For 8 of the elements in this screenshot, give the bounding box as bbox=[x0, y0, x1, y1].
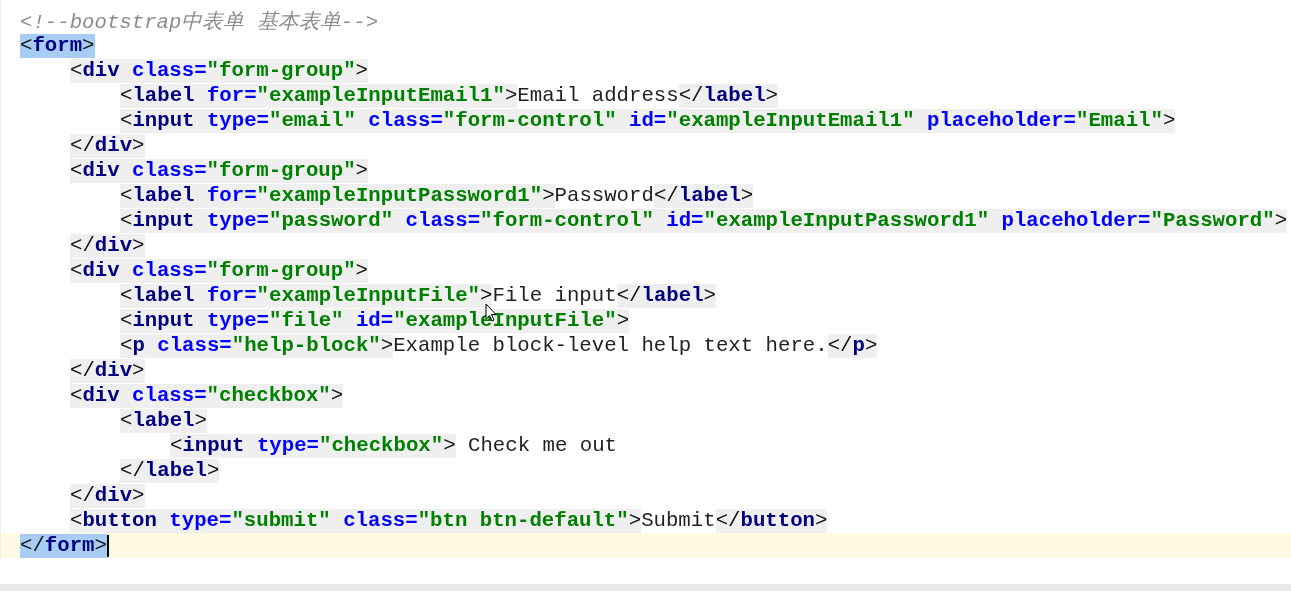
code-line: <label for="exampleInputEmail1">Email address</label> bbox=[119, 83, 780, 108]
code-line: <label for="exampleInputPassword1">Password</label> bbox=[119, 183, 755, 208]
code-line: <button type="submit" class="btn btn-default">Submit</button> bbox=[69, 508, 829, 533]
text-cursor bbox=[106, 534, 109, 557]
code-line: <p class="help-block">Example block-level help text here.</p> bbox=[119, 333, 879, 358]
code-line: <label for="exampleInputFile">File input</label> bbox=[119, 283, 717, 308]
code-line: <!--bootstrap中表单 基本表单--> bbox=[19, 9, 380, 33]
code-line: <input type="checkbox"> Check me out bbox=[169, 433, 618, 458]
